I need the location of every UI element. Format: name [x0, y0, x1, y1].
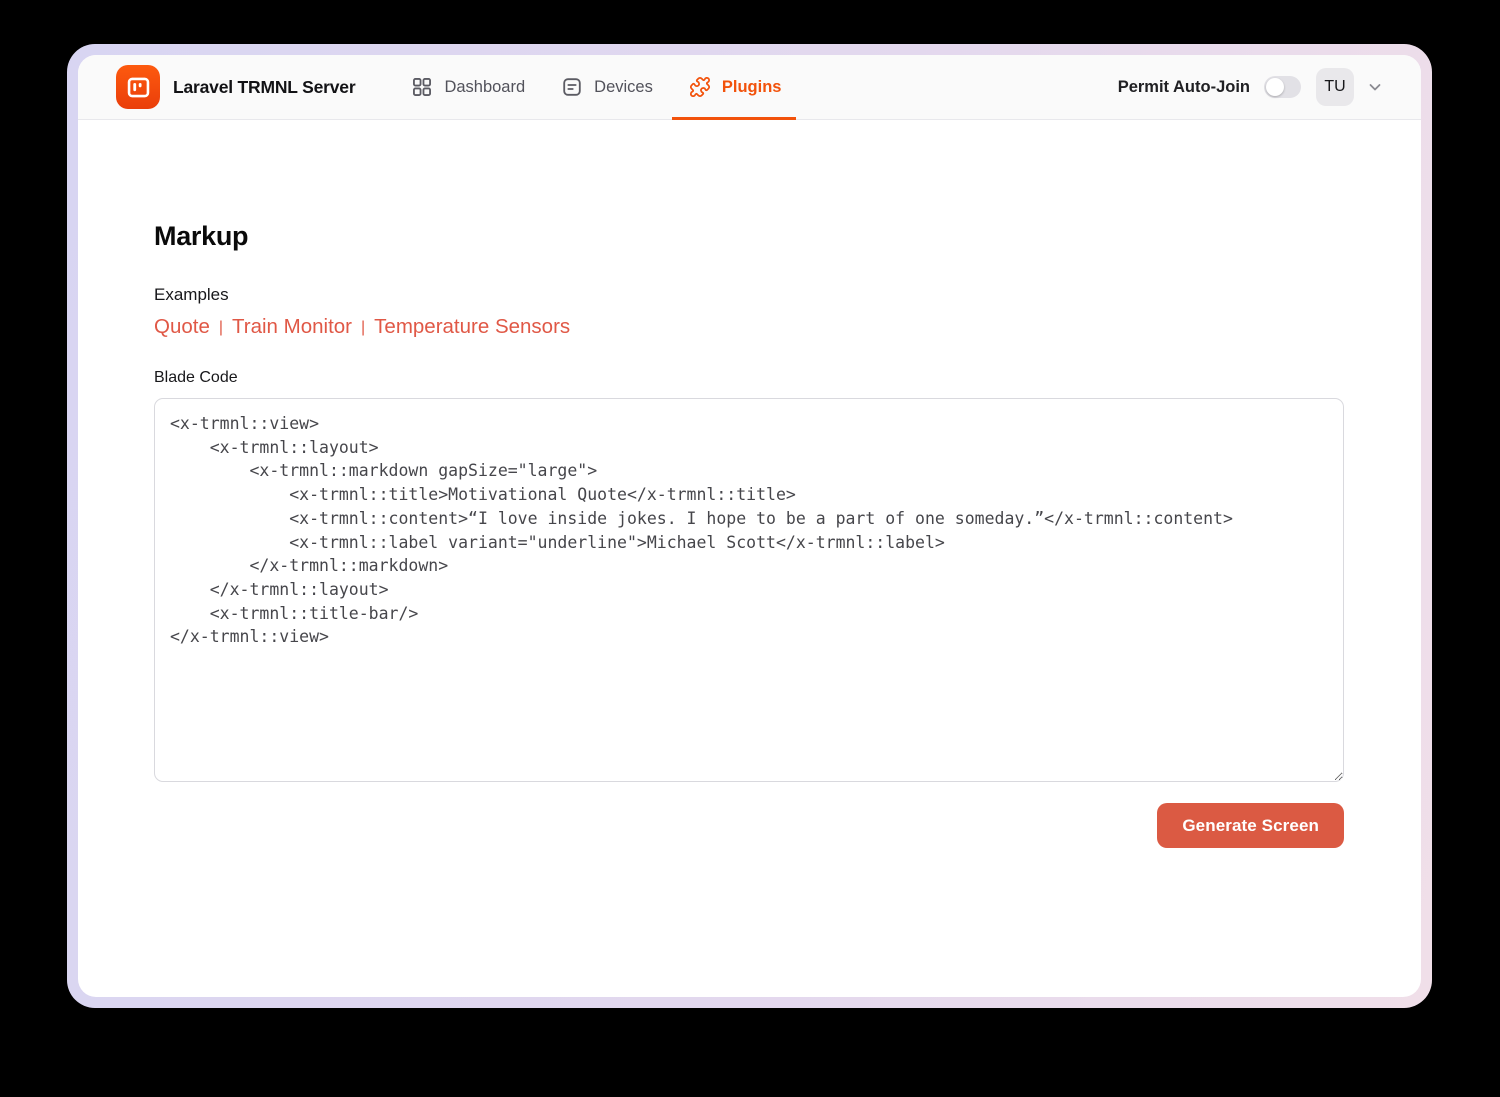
permit-auto-join-toggle[interactable]: [1264, 76, 1301, 98]
app-window-frame: Laravel TRMNL Server Dashboard: [67, 44, 1432, 1008]
user-avatar[interactable]: TU: [1316, 68, 1354, 106]
puzzle-icon: [689, 76, 711, 98]
example-link-quote[interactable]: Quote: [154, 315, 210, 339]
page-title: Markup: [154, 221, 1344, 252]
example-link-train-monitor[interactable]: Train Monitor: [232, 315, 352, 339]
nav-tab-devices[interactable]: Devices: [543, 55, 671, 119]
link-separator: |: [210, 319, 232, 337]
topbar-right-cluster: Permit Auto-Join TU: [1118, 68, 1383, 106]
link-separator: |: [352, 319, 374, 337]
actions-row: Generate Screen: [154, 803, 1344, 848]
generate-screen-button[interactable]: Generate Screen: [1157, 803, 1344, 848]
chevron-down-icon[interactable]: [1367, 79, 1383, 95]
toggle-knob: [1266, 78, 1284, 96]
trmnl-device-icon: [125, 74, 152, 101]
app-window: Laravel TRMNL Server Dashboard: [78, 55, 1421, 997]
example-links: Quote | Train Monitor | Temperature Sens…: [154, 315, 1344, 339]
permit-auto-join-label: Permit Auto-Join: [1118, 78, 1250, 97]
top-navigation-bar: Laravel TRMNL Server Dashboard: [78, 55, 1421, 120]
grid-icon: [411, 76, 433, 98]
nav-tab-dashboard[interactable]: Dashboard: [393, 55, 543, 119]
nav-tab-plugins[interactable]: Plugins: [671, 55, 800, 119]
app-logo: [116, 65, 160, 109]
nav-tab-label: Devices: [594, 78, 653, 97]
examples-label: Examples: [154, 285, 1344, 305]
app-title: Laravel TRMNL Server: [173, 77, 355, 98]
main-nav: Dashboard Devices: [393, 55, 799, 119]
example-link-temperature-sensors[interactable]: Temperature Sensors: [374, 315, 570, 339]
main-content: Markup Examples Quote | Train Monitor | …: [78, 120, 1421, 997]
blade-code-textarea[interactable]: [154, 398, 1344, 782]
blade-code-label: Blade Code: [154, 369, 1344, 387]
nav-tab-label: Plugins: [722, 78, 782, 97]
nav-tab-label: Dashboard: [444, 78, 525, 97]
list-box-icon: [561, 76, 583, 98]
